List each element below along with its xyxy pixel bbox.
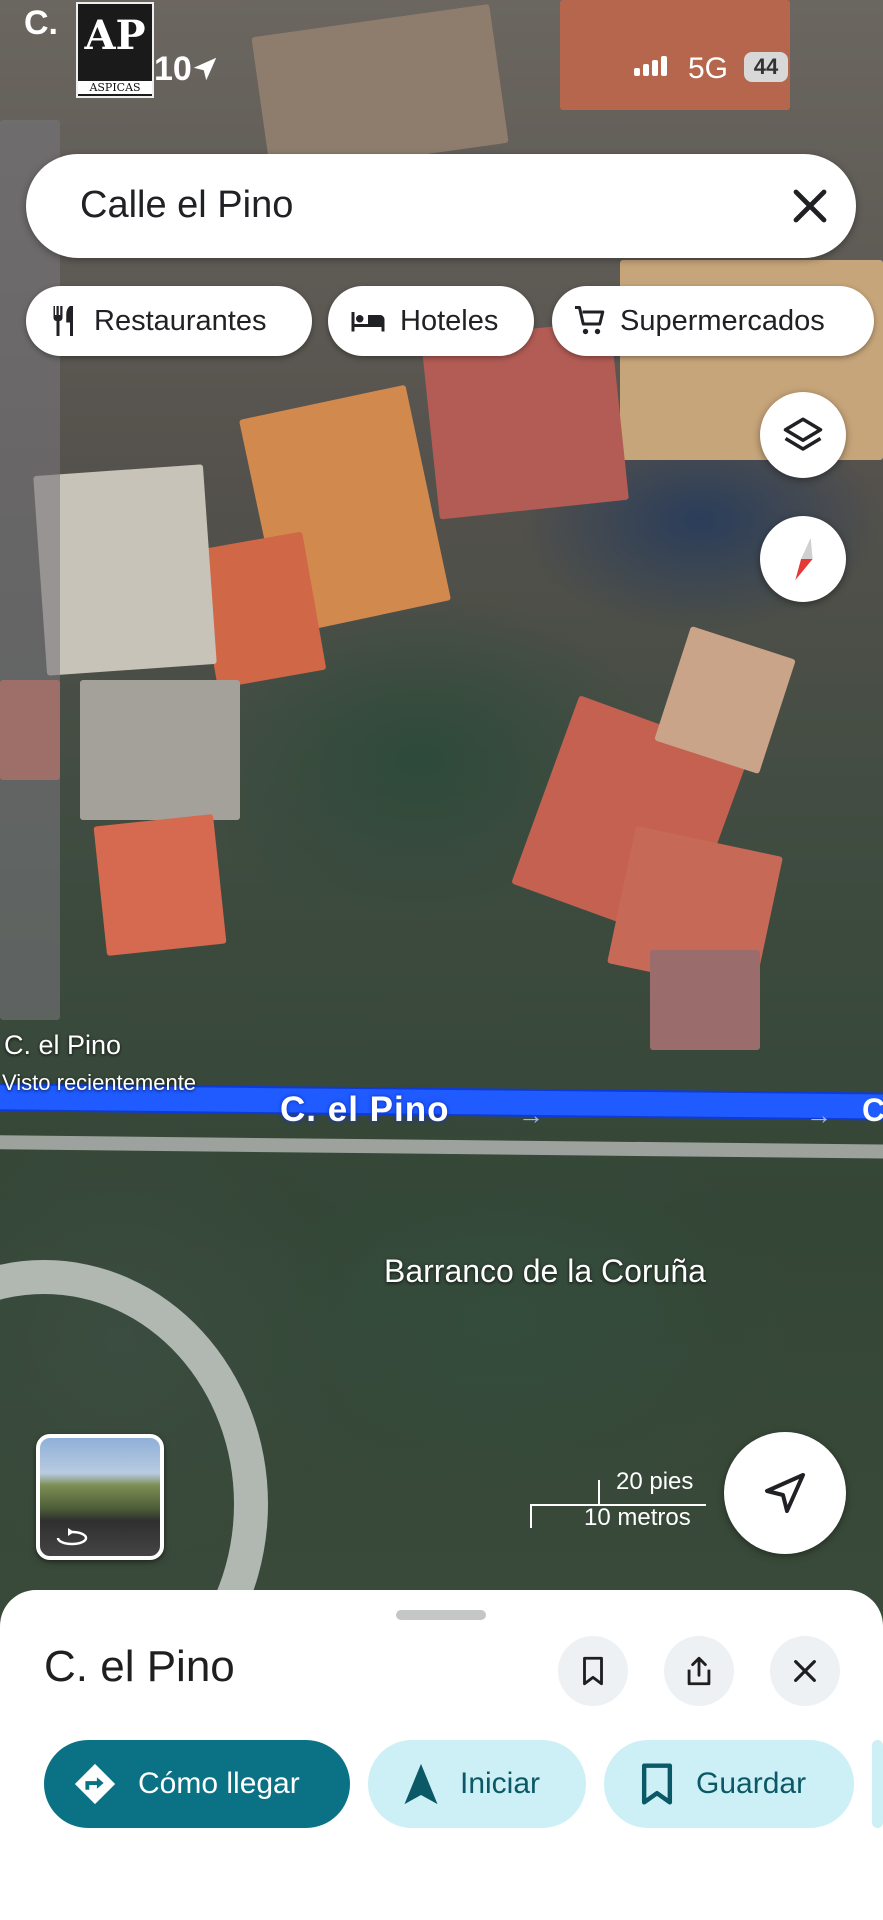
search-input[interactable]: Calle el Pino (80, 184, 293, 227)
layers-icon (783, 417, 823, 451)
recent-place-sublabel: Visto recientemente (2, 1070, 197, 1095)
navigation-arrow-icon (765, 1473, 805, 1513)
place-bottom-sheet[interactable]: C. el Pino Cómo llegar Iniciar Guardar (0, 1590, 883, 1920)
scale-imperial: 20 pies (616, 1468, 694, 1495)
directions-icon (74, 1763, 116, 1805)
road-label: C. el Pino (280, 1090, 450, 1129)
layers-button[interactable] (760, 392, 846, 478)
bed-icon (351, 312, 385, 332)
status-carrier: C. (24, 4, 58, 42)
building (93, 814, 227, 956)
drag-handle[interactable] (396, 1610, 486, 1620)
save-icon-button[interactable] (558, 1636, 628, 1706)
place-title: C. el Pino (44, 1642, 235, 1691)
recent-place-label[interactable]: C. el Pino (4, 1030, 121, 1061)
search-bar[interactable]: Calle el Pino (26, 154, 856, 258)
signal-icon (634, 56, 670, 76)
area-label: Barranco de la Coruña (384, 1253, 706, 1289)
navigation-icon (404, 1763, 438, 1805)
chip-label: Hoteles (400, 304, 499, 337)
chip-label: Supermercados (620, 304, 825, 337)
building (650, 950, 760, 1050)
status-time: 10 (154, 50, 192, 88)
network-type: 5G (688, 52, 729, 85)
chip-supermercados[interactable]: Supermercados (552, 286, 874, 356)
fork-knife-icon (53, 306, 73, 336)
close-sheet-button[interactable] (770, 1636, 840, 1706)
directions-label: Cómo llegar (138, 1767, 300, 1800)
scale-metric: 10 metros (584, 1504, 691, 1531)
location-arrow-icon (193, 57, 217, 81)
watermark-logo: AP ASPICAS (76, 2, 154, 98)
street-view-thumbnail[interactable] (36, 1434, 164, 1560)
bookmark-icon (583, 1656, 603, 1686)
start-label: Iniciar (460, 1767, 541, 1800)
street-view-icon (56, 1528, 88, 1546)
share-button[interactable] (664, 1636, 734, 1706)
bookmark-icon (641, 1763, 673, 1805)
more-actions-peek[interactable] (872, 1740, 883, 1828)
building (251, 3, 509, 177)
compass-button[interactable] (760, 516, 846, 602)
map-scale: 20 pies 10 metros (528, 1468, 708, 1531)
direction-arrow-icon: → (806, 1100, 832, 1130)
battery-icon: 44 (744, 52, 788, 82)
building (80, 680, 240, 820)
share-icon (687, 1656, 711, 1686)
direction-arrow-icon: → (518, 1100, 544, 1130)
building (0, 120, 60, 1020)
chip-label: Restaurantes (94, 304, 267, 337)
compass-icon (795, 537, 813, 581)
directions-button[interactable]: Cómo llegar (44, 1740, 350, 1828)
start-button[interactable]: Iniciar (368, 1740, 586, 1828)
watermark-monogram: AP (84, 12, 146, 59)
road-edge (0, 1135, 883, 1159)
chip-hoteles[interactable]: Hoteles (328, 286, 534, 356)
chip-restaurantes[interactable]: Restaurantes (26, 286, 312, 356)
save-button[interactable]: Guardar (604, 1740, 854, 1828)
road-label-fragment: C (862, 1092, 883, 1128)
building (33, 464, 217, 676)
cart-icon (575, 306, 605, 335)
my-location-button[interactable] (724, 1432, 846, 1554)
clear-search-icon[interactable] (786, 182, 834, 230)
watermark-text: ASPICAS (78, 81, 152, 94)
save-label: Guardar (696, 1767, 807, 1800)
close-icon (794, 1660, 816, 1682)
